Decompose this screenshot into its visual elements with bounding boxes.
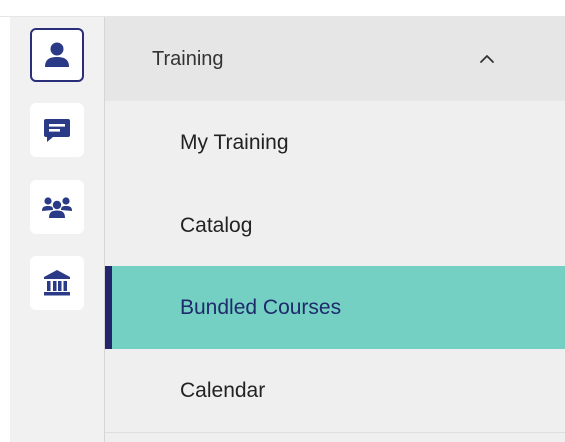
rail-button-institution[interactable] xyxy=(30,256,84,310)
menu-item-calendar[interactable]: Calendar xyxy=(105,349,565,432)
rail-button-messages[interactable] xyxy=(30,103,84,157)
rail-button-profile[interactable] xyxy=(30,28,84,82)
institution-icon xyxy=(44,270,70,296)
menu-divider xyxy=(105,432,565,433)
menu-item-catalog[interactable]: Catalog xyxy=(105,184,565,267)
chevron-up-icon xyxy=(480,55,494,63)
chat-icon xyxy=(44,119,70,142)
menu-item-label: Calendar xyxy=(180,378,266,402)
top-bar xyxy=(0,0,565,17)
person-icon xyxy=(45,42,69,67)
menu-item-my-training[interactable]: My Training xyxy=(105,101,565,184)
rail-edge xyxy=(0,17,10,442)
menu-section-training[interactable]: Training xyxy=(105,17,565,101)
training-menu: Training My Training Catalog Bundled Cou… xyxy=(105,17,565,442)
app-window: Training My Training Catalog Bundled Cou… xyxy=(0,0,565,442)
rail-button-groups[interactable] xyxy=(30,180,84,234)
group-icon xyxy=(42,197,72,218)
menu-item-label: Bundled Courses xyxy=(180,295,342,319)
active-indicator xyxy=(105,266,112,349)
menu-item-label: My Training xyxy=(180,130,289,154)
menu-item-bundled-courses[interactable]: Bundled Courses xyxy=(105,266,565,349)
menu-item-label: Catalog xyxy=(180,213,253,237)
menu-section-title: Training xyxy=(152,47,224,70)
